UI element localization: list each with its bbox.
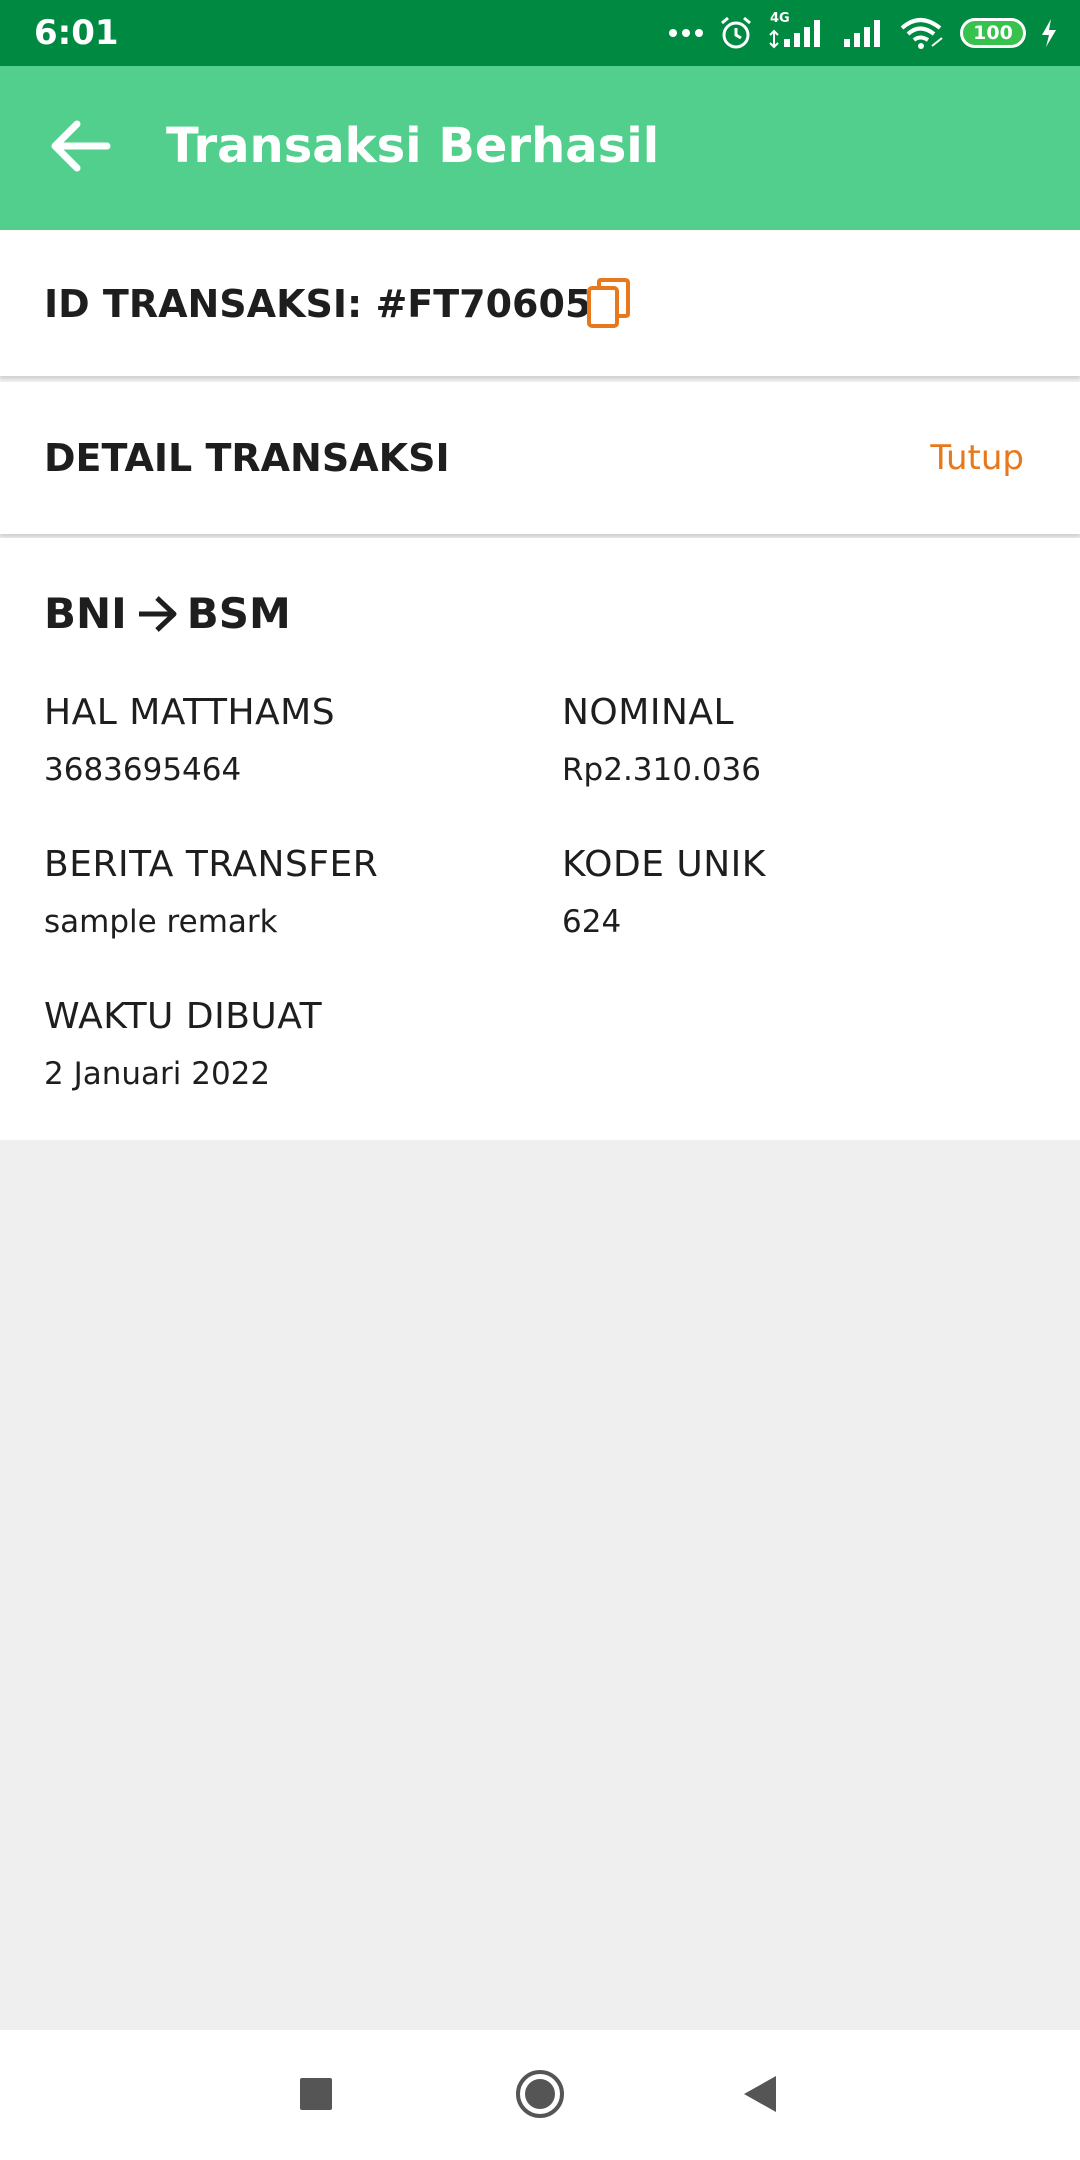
copy-icon [587,278,631,332]
account-name: HAL MATTHAMS [44,692,336,733]
app-bar: Transaksi Berhasil [0,66,1080,230]
transaction-id-card: ID TRANSAKSI: #FT70605 [0,230,1080,376]
network-label: 4G [770,11,790,26]
system-nav-bar [0,2030,1080,2160]
home-button[interactable] [508,2064,572,2128]
recents-square-icon [299,2077,333,2115]
status-bar: 6:01 4G 100 [0,0,1080,66]
wifi-icon [898,16,946,50]
unique-code-label: KODE UNIK [562,844,766,885]
route-from: BNI [44,589,127,638]
created-label: WAKTU DIBUAT [44,996,323,1037]
alarm-icon [718,15,754,51]
detail-title: DETAIL TRANSAKSI [44,436,450,480]
status-icons: 4G 100 [668,8,1058,58]
remark-value: sample remark [44,904,278,940]
detail-body: BNI BSM HAL MATTHAMS 3683695464 NOMINAL … [0,538,1080,1140]
home-circle-icon [514,2068,566,2124]
unique-code-value: 624 [562,904,622,940]
close-detail-button[interactable]: Tutup [930,434,1024,482]
account-field: HAL MATTHAMS 3683695464 [44,690,544,790]
remark-field: BERITA TRANSFER sample remark [44,842,544,942]
signal-icon [842,17,884,49]
arrow-left-icon [49,118,111,178]
nominal-field: NOMINAL Rp2.310.036 [562,690,1062,790]
created-field: WAKTU DIBUAT 2 Januari 2022 [44,994,544,1094]
more-dots-icon [668,27,704,39]
arrow-right-icon [137,594,179,634]
nominal-label: NOMINAL [562,692,735,733]
account-number: 3683695464 [44,752,242,788]
transaction-id-label: ID TRANSAKSI: #FT70605 [44,282,592,326]
page-title: Transaksi Berhasil [166,118,660,174]
back-triangle-icon [742,2074,778,2118]
created-value: 2 Januari 2022 [44,1056,271,1092]
nominal-value: Rp2.310.036 [562,752,761,788]
back-button[interactable] [40,112,120,184]
copy-id-button[interactable] [580,276,638,334]
route-to: BSM [186,589,291,638]
remark-label: BERITA TRANSFER [44,844,379,885]
charging-icon [1040,18,1058,48]
detail-header: DETAIL TRANSAKSI Tutup [0,382,1080,534]
recents-button[interactable] [284,2064,348,2128]
status-time: 6:01 [34,13,119,53]
back-nav-button[interactable] [728,2064,792,2128]
bank-route: BNI BSM [44,588,291,640]
signal-icon: 4G [768,11,828,49]
battery-icon: 100 [960,18,1026,48]
unique-code-field: KODE UNIK 624 [562,842,1062,942]
